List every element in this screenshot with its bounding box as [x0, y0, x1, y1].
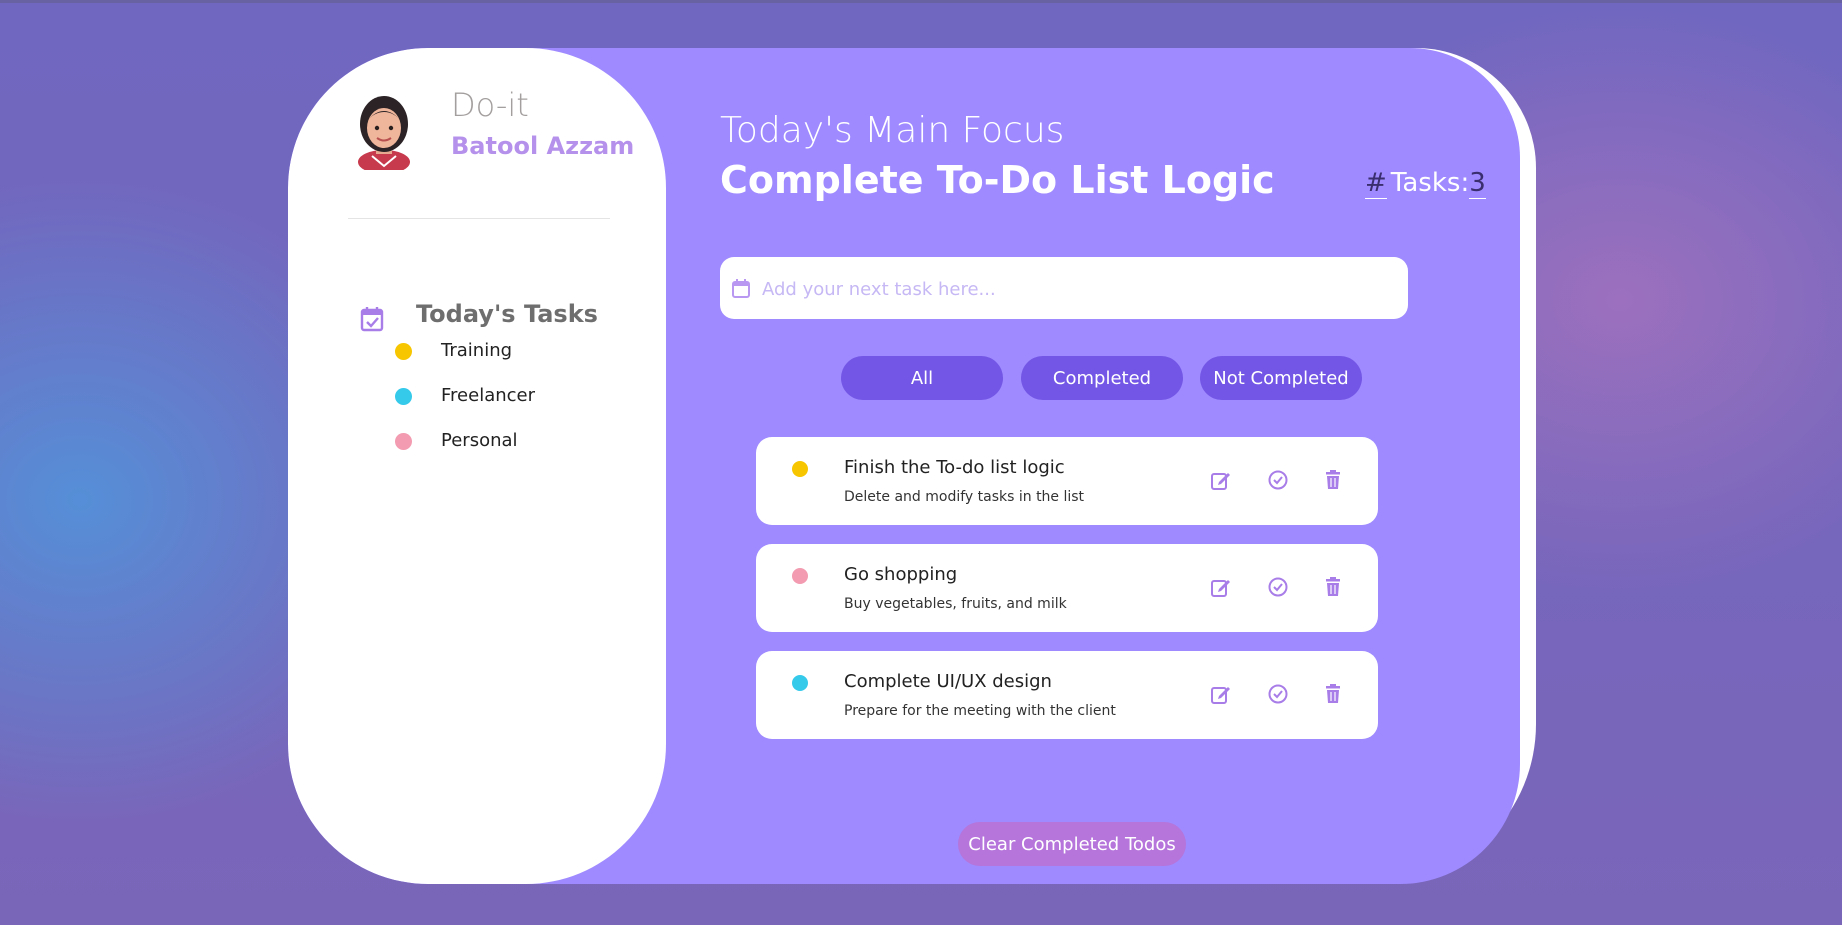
task-input-container	[720, 257, 1408, 319]
category-dot	[395, 343, 412, 360]
todays-tasks-heading: Today's Tasks	[416, 300, 598, 328]
check-circle-icon[interactable]	[1267, 576, 1289, 598]
hash-symbol: #	[1365, 168, 1387, 199]
category-dot	[395, 433, 412, 450]
todo-card: Do-it Batool Azzam Today's Tasks Trainin…	[288, 48, 1520, 884]
filter-completed-button[interactable]: Completed	[1021, 356, 1183, 400]
task-count: # Tasks: 3	[1365, 168, 1486, 199]
filter-not-completed-button[interactable]: Not Completed	[1200, 356, 1362, 400]
avatar	[358, 96, 410, 170]
edit-icon[interactable]	[1210, 469, 1232, 491]
task-category-dot	[792, 568, 808, 584]
task-description: Buy vegetables, fruits, and milk	[844, 596, 1067, 612]
task-count-value: 3	[1469, 168, 1486, 199]
sidebar-divider	[348, 218, 610, 219]
sidebar: Do-it Batool Azzam Today's Tasks Trainin…	[288, 48, 666, 884]
window-top-edge	[0, 0, 1842, 3]
task-item: Complete UI/UX design Prepare for the me…	[756, 651, 1378, 739]
sidebar-item-label: Freelancer	[441, 385, 536, 406]
app-brand: Do-it	[451, 86, 529, 124]
task-category-dot	[792, 675, 808, 691]
clear-completed-button[interactable]: Clear Completed Todos	[958, 822, 1186, 866]
category-dot	[395, 388, 412, 405]
calendar-check-icon	[360, 307, 384, 332]
task-description: Delete and modify tasks in the list	[844, 489, 1085, 505]
edit-icon[interactable]	[1210, 576, 1232, 598]
calendar-icon	[732, 279, 750, 298]
trash-icon[interactable]	[1322, 683, 1344, 705]
task-title: Finish the To-do list logic	[844, 457, 1065, 478]
sidebar-item-label: Personal	[441, 430, 518, 451]
edit-icon[interactable]	[1210, 683, 1232, 705]
task-title: Complete UI/UX design	[844, 671, 1052, 692]
task-description: Prepare for the meeting with the client	[844, 703, 1116, 719]
main-focus-label: Today's Main Focus	[720, 110, 1065, 151]
check-circle-icon[interactable]	[1267, 469, 1289, 491]
trash-icon[interactable]	[1322, 576, 1344, 598]
main-focus-title: Complete To-Do List Logic	[720, 158, 1275, 202]
task-category-dot	[792, 461, 808, 477]
filter-all-button[interactable]: All	[841, 356, 1003, 400]
new-task-input[interactable]	[760, 267, 1394, 311]
trash-icon[interactable]	[1322, 469, 1344, 491]
sidebar-item-personal[interactable]: Personal	[395, 430, 518, 451]
task-title: Go shopping	[844, 564, 958, 585]
sidebar-item-training[interactable]: Training	[395, 340, 512, 361]
check-circle-icon[interactable]	[1267, 683, 1289, 705]
sidebar-item-label: Training	[441, 340, 513, 361]
sidebar-item-freelancer[interactable]: Freelancer	[395, 385, 535, 406]
task-item: Finish the To-do list logic Delete and m…	[756, 437, 1378, 525]
task-count-label: Tasks:	[1390, 168, 1470, 198]
user-name: Batool Azzam	[451, 132, 635, 160]
task-item: Go shopping Buy vegetables, fruits, and …	[756, 544, 1378, 632]
